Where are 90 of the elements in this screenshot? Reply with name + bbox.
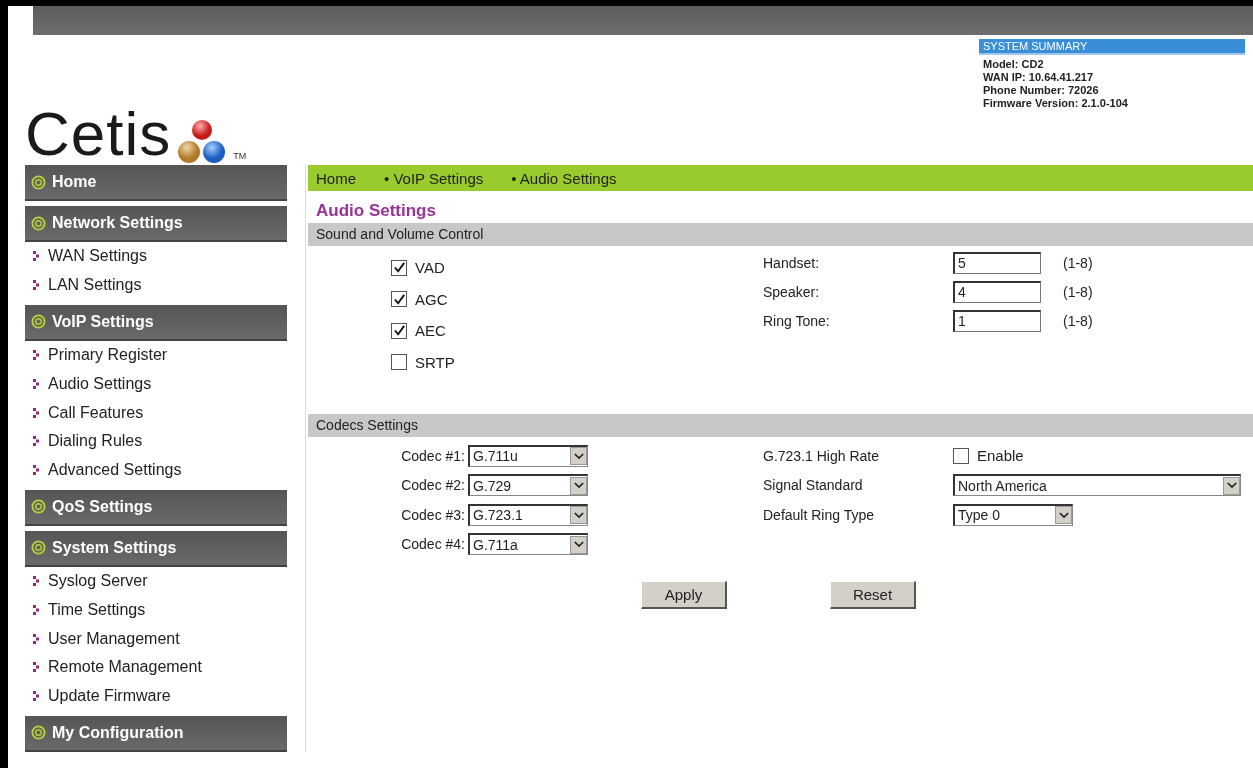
input-field[interactable]: 1 (953, 309, 1041, 332)
logo-text: Cetis (25, 103, 172, 165)
summary-line: Firmware Version: 2.1.0-104 (982, 97, 1129, 110)
sidebar-item[interactable]: Time Settings (25, 595, 287, 625)
checkbox[interactable] (391, 322, 407, 339)
section-header: Sound and Volume Control (308, 223, 1253, 246)
range-hint: (1-8) (1063, 283, 1094, 300)
sidebar-section[interactable]: Home (25, 165, 287, 201)
input-field[interactable]: 4 (953, 280, 1041, 303)
input-field[interactable]: 5 (953, 251, 1041, 274)
sidebar-item[interactable]: Audio Settings (25, 369, 287, 399)
sidebar-section[interactable]: QoS Settings (25, 489, 287, 526)
breadcrumb-link[interactable]: Home (316, 169, 356, 187)
field-label: Codec #3: (401, 506, 465, 523)
dropdown[interactable]: G.723.1 (468, 503, 588, 526)
field-label: Ring Tone: (763, 312, 831, 329)
bullet-icon (33, 575, 40, 586)
caret-icon (1223, 476, 1240, 495)
summary-title: SYSTEM SUMMARY (979, 39, 1245, 55)
page-title: Audio Settings (315, 200, 437, 222)
dropdown[interactable]: G.711u (468, 444, 588, 467)
dropdown[interactable]: Type 0 (953, 503, 1073, 526)
bullet-icon (33, 407, 40, 418)
caret-icon (570, 535, 587, 554)
breadcrumb-link[interactable]: • VoIP Settings (384, 169, 484, 187)
checkbox-label: SRTP (415, 353, 455, 371)
checkbox[interactable] (391, 259, 407, 276)
checkbox[interactable] (953, 447, 969, 464)
dropdown[interactable]: G.729 (468, 474, 588, 497)
sidebar-item[interactable]: Remote Management (25, 652, 287, 682)
bullet-icon (33, 350, 40, 360)
summary-line: Phone Number: 72026 (982, 84, 1100, 97)
bullet-icon (33, 604, 40, 615)
caret-icon (570, 447, 587, 466)
form-button[interactable]: Apply (641, 581, 727, 609)
ring-icon (31, 314, 46, 330)
trademark: TM (233, 151, 247, 161)
sidebar-item[interactable]: Primary Register (25, 340, 287, 370)
sidebar-item[interactable]: LAN Settings (25, 270, 287, 300)
field-label: Codec #2: (401, 477, 465, 494)
bullet-icon (33, 633, 40, 644)
field-label: Speaker: (763, 283, 821, 300)
caret-icon (1055, 506, 1072, 525)
bullet-icon (33, 465, 40, 476)
checkbox[interactable] (391, 354, 407, 371)
field-label: Default Ring Type (763, 506, 876, 523)
sidebar-item[interactable]: WAN Settings (25, 242, 287, 271)
summary-line: WAN IP: 10.64.41.217 (982, 71, 1095, 84)
range-hint: (1-8) (1063, 254, 1094, 271)
breadcrumb-link[interactable]: • Audio Settings (511, 169, 617, 187)
checkbox[interactable] (391, 291, 407, 308)
field-label: Handset: (763, 254, 821, 271)
sidebar-section[interactable]: Network Settings (25, 206, 287, 242)
bullet-icon (33, 280, 40, 291)
ring-icon (31, 499, 46, 515)
checkbox-label: VAD (415, 259, 445, 277)
ring-icon (31, 215, 46, 231)
field-label: Codec #4: (401, 536, 465, 553)
checkbox-label: AEC (415, 322, 446, 340)
logo-drawing (177, 119, 228, 165)
field-label: G.723.1 High Rate (763, 447, 880, 464)
checkbox-label: Enable (977, 447, 1024, 465)
section-header: Codecs Settings (308, 414, 1253, 437)
sidebar-section[interactable]: System Settings (25, 530, 287, 567)
bullet-icon (33, 251, 40, 262)
field-label: Signal Standard (763, 477, 864, 494)
field-label: Codec #1: (401, 447, 465, 464)
ring-icon (31, 725, 46, 741)
bullet-icon (33, 436, 40, 447)
sidebar-item[interactable]: Advanced Settings (25, 455, 287, 485)
caret-icon (570, 476, 587, 495)
sidebar-item[interactable]: Syslog Server (25, 566, 287, 596)
ring-icon (31, 540, 46, 556)
sidebar-section[interactable]: VoIP Settings (25, 304, 287, 341)
dropdown[interactable]: North America (953, 474, 1241, 497)
sidebar-section[interactable]: My Configuration (25, 715, 287, 752)
caret-icon (570, 506, 587, 525)
summary-line: Model: CD2 (982, 58, 1045, 71)
bullet-icon (33, 662, 40, 673)
range-hint: (1-8) (1063, 312, 1094, 329)
dropdown[interactable]: G.711a (468, 533, 588, 556)
sidebar-item[interactable]: Update Firmware (25, 681, 287, 711)
bullet-icon (33, 378, 40, 389)
sidebar-item[interactable]: Call Features (25, 398, 287, 427)
form-button[interactable]: Reset (830, 581, 916, 609)
bullet-icon (33, 691, 40, 702)
sidebar-item[interactable]: User Management (25, 624, 287, 653)
sidebar-item[interactable]: Dialing Rules (25, 427, 287, 456)
checkbox-label: AGC (415, 290, 448, 308)
ring-icon (31, 174, 46, 190)
